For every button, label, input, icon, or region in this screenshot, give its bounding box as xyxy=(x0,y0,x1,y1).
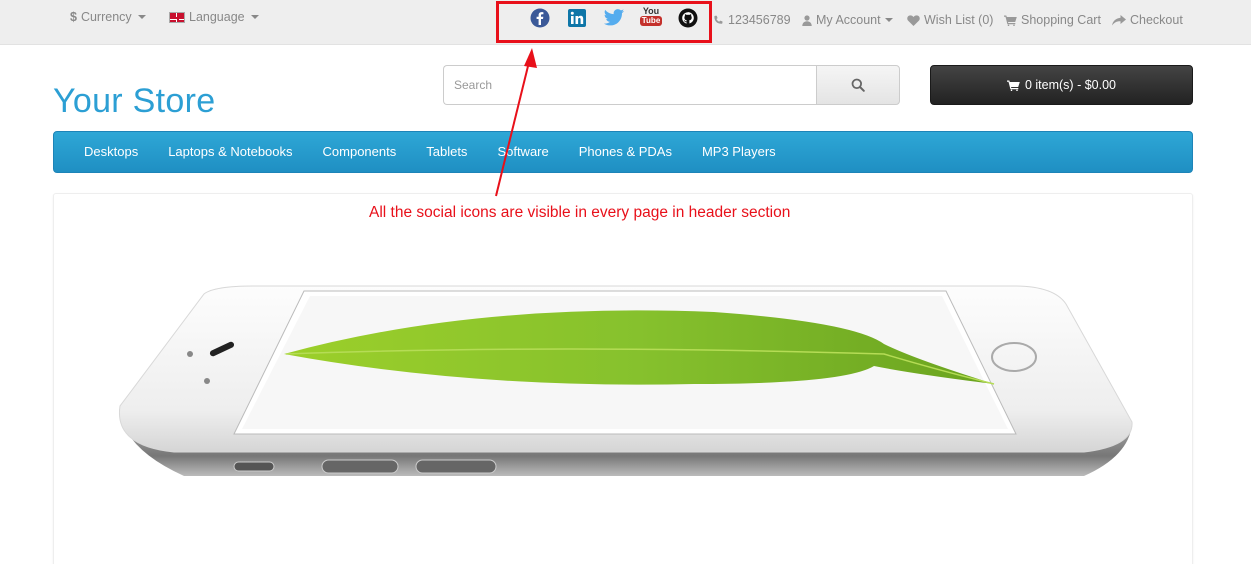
search-button[interactable] xyxy=(816,65,900,105)
chevron-down-icon xyxy=(884,18,893,22)
facebook-icon[interactable] xyxy=(530,8,550,28)
uk-flag-icon xyxy=(169,11,185,23)
currency-label: Currency xyxy=(80,10,132,24)
iphone-banner-image xyxy=(118,285,1133,476)
checkout-link[interactable]: Checkout xyxy=(1112,13,1183,27)
github-icon[interactable] xyxy=(678,8,698,28)
cart-button[interactable]: 0 item(s) - $0.00 xyxy=(930,65,1193,105)
cart-label: 0 item(s) - $0.00 xyxy=(1024,78,1116,92)
menu-item-software[interactable]: Software xyxy=(482,132,563,172)
annotation-text: All the social icons are visible in ever… xyxy=(369,204,791,221)
chevron-down-icon xyxy=(137,15,146,19)
wish-list-label: Wish List (0) xyxy=(924,13,994,27)
phone-number: 123456789 xyxy=(728,13,791,27)
menu-item-desktops[interactable]: Desktops xyxy=(69,132,153,172)
menu-item-mp3-players[interactable]: MP3 Players xyxy=(687,132,791,172)
currency-dropdown[interactable]: $ Currency xyxy=(70,10,146,24)
youtube-icon[interactable]: You Tube xyxy=(639,6,663,28)
shopping-cart-link[interactable]: Shopping Cart xyxy=(1004,13,1101,27)
linkedin-icon[interactable] xyxy=(567,8,587,28)
search-bar xyxy=(443,65,900,105)
my-account-dropdown[interactable]: My Account xyxy=(802,13,893,27)
phone-link[interactable]: 123456789 xyxy=(713,13,791,27)
top-bar: $ Currency Language You Tube 123456789 M… xyxy=(0,0,1251,45)
menu-item-tablets[interactable]: Tablets xyxy=(411,132,482,172)
search-icon xyxy=(851,78,865,92)
my-account-label: My Account xyxy=(816,13,881,27)
shopping-cart-label: Shopping Cart xyxy=(1021,13,1101,27)
wish-list-link[interactable]: Wish List (0) xyxy=(907,13,993,27)
main-menu: Desktops Laptops & Notebooks Components … xyxy=(53,131,1193,173)
phone-icon xyxy=(714,15,723,24)
store-logo[interactable]: Your Store xyxy=(53,82,215,121)
language-label: Language xyxy=(189,10,245,24)
language-dropdown[interactable]: Language xyxy=(169,10,259,24)
checkout-label: Checkout xyxy=(1130,13,1183,27)
twitter-icon[interactable] xyxy=(603,8,625,28)
share-icon xyxy=(1112,14,1126,25)
menu-item-components[interactable]: Components xyxy=(308,132,412,172)
dollar-icon: $ xyxy=(70,10,77,24)
chevron-down-icon xyxy=(250,15,259,19)
slideshow-banner[interactable] xyxy=(53,193,1193,564)
user-icon xyxy=(802,14,812,26)
menu-item-phones-pdas[interactable]: Phones & PDAs xyxy=(564,132,687,172)
cart-icon xyxy=(1006,80,1020,91)
cart-icon xyxy=(1004,15,1017,26)
search-input[interactable] xyxy=(443,65,816,105)
heart-icon xyxy=(907,14,920,26)
menu-item-laptops-notebooks[interactable]: Laptops & Notebooks xyxy=(153,132,307,172)
